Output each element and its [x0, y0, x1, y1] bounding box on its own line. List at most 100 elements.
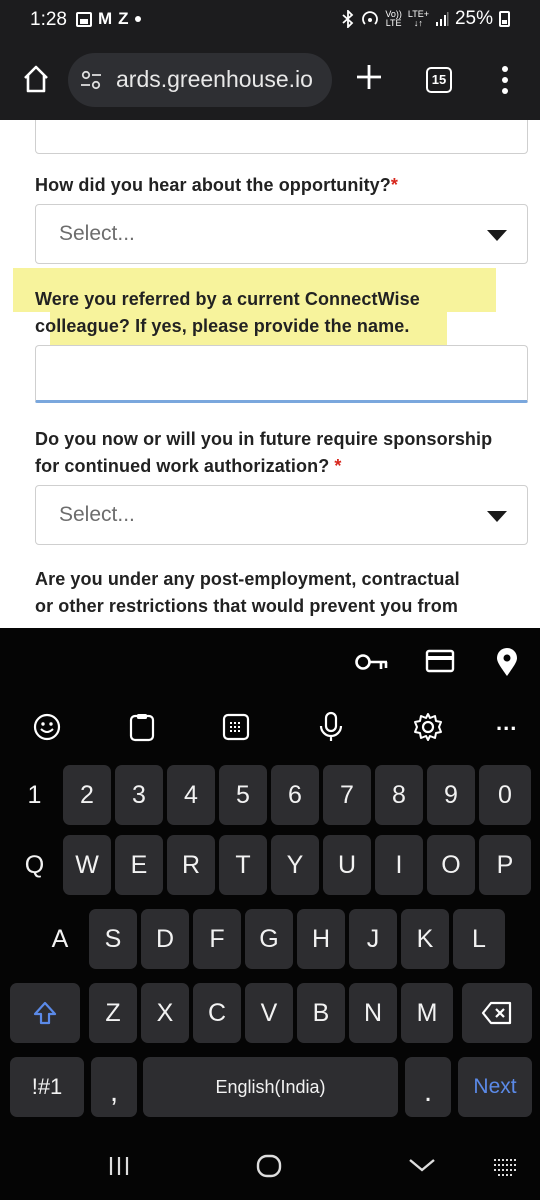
gallery-notification-icon — [76, 11, 92, 27]
key-r[interactable]: R — [167, 835, 215, 895]
shift-arrow-icon — [33, 1001, 57, 1025]
address-bar[interactable]: ards.greenhouse.io — [68, 53, 332, 107]
question-hear-label: How did you hear about the opportunity?* — [35, 175, 398, 195]
key-2[interactable]: 2 — [63, 765, 111, 825]
gmail-notification-icon: M — [98, 9, 113, 28]
notification-icons: M Z — [76, 9, 141, 29]
key-1[interactable]: 1 — [10, 765, 59, 825]
toolbar-more-icon[interactable]: ... — [496, 710, 517, 736]
dropdown-arrow-icon — [487, 511, 507, 522]
key-f[interactable]: F — [193, 909, 241, 969]
clipboard-icon[interactable] — [128, 712, 156, 742]
key-n[interactable]: N — [349, 983, 397, 1043]
dropdown-arrow-icon — [487, 230, 507, 241]
key-s[interactable]: S — [89, 909, 137, 969]
key-q[interactable]: Q — [10, 835, 59, 895]
comma-key[interactable]: , — [91, 1057, 137, 1117]
more-options-icon[interactable] — [494, 64, 516, 96]
microphone-icon[interactable] — [318, 711, 344, 743]
hotspot-icon — [362, 11, 379, 25]
shift-key[interactable] — [10, 983, 80, 1043]
select-placeholder: Select... — [59, 222, 135, 245]
next-key[interactable]: Next — [458, 1057, 532, 1117]
settings-gear-icon[interactable] — [413, 712, 443, 742]
period-key[interactable]: . — [405, 1057, 451, 1117]
previous-field-input[interactable] — [35, 120, 528, 154]
password-key-icon[interactable] — [354, 650, 390, 674]
question-referred-label: Were you referred by a current ConnectWi… — [35, 289, 420, 336]
autofill-bar — [0, 628, 540, 698]
clock: 1:28 — [30, 9, 67, 30]
referral-name-input[interactable] — [35, 345, 528, 403]
new-tab-icon[interactable] — [354, 62, 384, 92]
question-sponsorship-label: Do you now or will you in future require… — [35, 429, 493, 476]
required-mark: * — [334, 456, 342, 476]
emoji-icon[interactable] — [33, 713, 61, 741]
key-t[interactable]: T — [219, 835, 267, 895]
sponsorship-select[interactable]: Select... — [35, 485, 528, 545]
key-7[interactable]: 7 — [323, 765, 371, 825]
tab-switcher-button[interactable]: 15 — [426, 67, 452, 93]
keyboard-toolbar: ... — [0, 700, 540, 756]
required-mark: * — [390, 175, 398, 195]
backspace-key[interactable] — [462, 983, 532, 1043]
select-placeholder: Select... — [59, 503, 135, 526]
key-6[interactable]: 6 — [271, 765, 319, 825]
battery-percent: 25% — [454, 8, 493, 29]
key-5[interactable]: 5 — [219, 765, 267, 825]
recent-apps-icon[interactable] — [108, 1155, 130, 1177]
hide-keyboard-icon[interactable] — [407, 1157, 437, 1173]
status-bar: 1:28 M Z Vo)) LTE LTE+ ↓↑ 25% — [0, 0, 540, 40]
site-settings-icon[interactable] — [80, 70, 102, 90]
space-bar[interactable]: English(India) — [143, 1057, 398, 1117]
zomato-notification-icon: Z — [118, 9, 129, 28]
key-e[interactable]: E — [115, 835, 163, 895]
volte-indicator: Vo)) LTE — [385, 9, 402, 28]
bluetooth-icon — [342, 10, 354, 28]
key-k[interactable]: K — [401, 909, 449, 969]
home-icon[interactable] — [22, 64, 50, 94]
more-notifications-dot-icon — [134, 16, 141, 22]
key-d[interactable]: D — [141, 909, 189, 969]
keyboard-mode-icon[interactable] — [222, 713, 250, 741]
system-status-icons: Vo)) LTE LTE+ ↓↑ 25% — [341, 8, 510, 30]
key-0[interactable]: 0 — [479, 765, 531, 825]
web-page-content: How did you hear about the opportunity?*… — [0, 120, 540, 628]
url-text: ards.greenhouse.io — [116, 66, 313, 92]
backspace-icon — [481, 1001, 512, 1025]
hear-about-select[interactable]: Select... — [35, 204, 528, 264]
network-type-indicator: LTE+ ↓↑ — [407, 9, 429, 28]
key-y[interactable]: Y — [271, 835, 319, 895]
key-v[interactable]: V — [245, 983, 293, 1043]
key-p[interactable]: P — [479, 835, 531, 895]
key-x[interactable]: X — [141, 983, 189, 1043]
key-h[interactable]: H — [297, 909, 345, 969]
key-c[interactable]: C — [193, 983, 241, 1043]
home-navigation-icon[interactable] — [256, 1154, 282, 1178]
signal-strength-icon — [435, 12, 449, 26]
key-z[interactable]: Z — [89, 983, 137, 1043]
key-9[interactable]: 9 — [427, 765, 475, 825]
battery-icon — [499, 11, 510, 27]
key-u[interactable]: U — [323, 835, 371, 895]
on-screen-keyboard: ... 1 2 3 4 5 6 7 8 9 0 Q W E R T Y U I … — [0, 628, 540, 1200]
key-b[interactable]: B — [297, 983, 345, 1043]
key-w[interactable]: W — [63, 835, 111, 895]
key-8[interactable]: 8 — [375, 765, 423, 825]
symbols-key[interactable]: !#1 — [10, 1057, 84, 1117]
key-4[interactable]: 4 — [167, 765, 215, 825]
keyboard-switch-icon[interactable] — [492, 1157, 520, 1177]
system-navigation-bar — [0, 1135, 540, 1200]
key-m[interactable]: M — [401, 983, 453, 1043]
payment-card-icon[interactable] — [425, 649, 455, 673]
location-pin-icon[interactable] — [496, 648, 518, 678]
browser-toolbar: ards.greenhouse.io 15 — [0, 40, 540, 120]
key-g[interactable]: G — [245, 909, 293, 969]
question-restrictions-label: Are you under any post-employment, contr… — [35, 569, 460, 616]
key-o[interactable]: O — [427, 835, 475, 895]
key-a[interactable]: A — [36, 909, 84, 969]
key-i[interactable]: I — [375, 835, 423, 895]
key-3[interactable]: 3 — [115, 765, 163, 825]
key-j[interactable]: J — [349, 909, 397, 969]
key-l[interactable]: L — [453, 909, 505, 969]
